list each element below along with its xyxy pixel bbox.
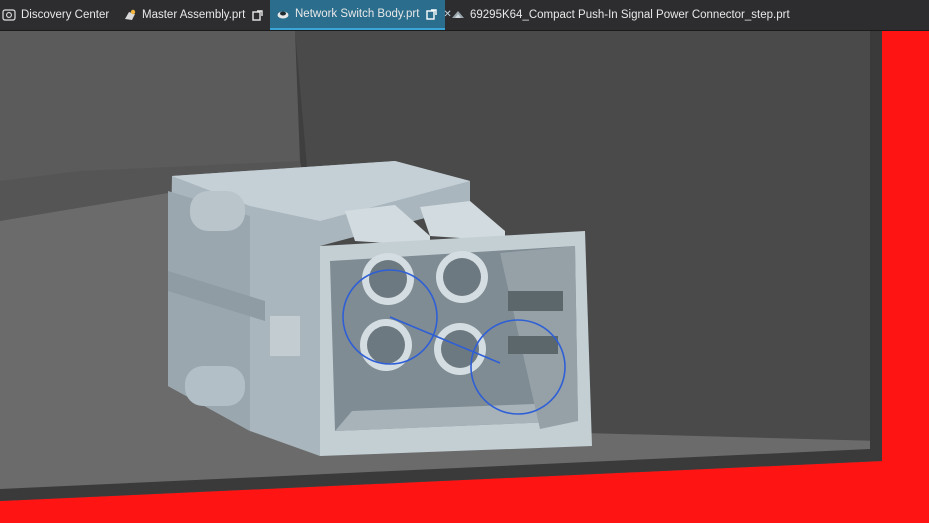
tab-label: Discovery Center (21, 9, 110, 21)
discovery-icon (2, 9, 16, 21)
model-scene[interactable] (0, 31, 929, 523)
tab-label: 69295K64_Compact Push-In Signal Power Co… (470, 9, 790, 21)
tab-connector-step[interactable]: 69295K64_Compact Push-In Signal Power Co… (447, 0, 790, 30)
tab-label: Network Switch Body.prt (295, 8, 420, 20)
assembly-part-icon (125, 9, 136, 20)
3d-viewport[interactable] (0, 31, 929, 523)
cad-window: Discovery Center Master Assembly.prt Net… (0, 0, 929, 523)
pop-out-icon[interactable] (252, 9, 264, 21)
tab-label: Master Assembly.prt (142, 9, 246, 21)
step-part-icon (452, 11, 464, 18)
tab-discovery-center[interactable]: Discovery Center (0, 0, 112, 30)
tab-master-assembly[interactable]: Master Assembly.prt (119, 0, 269, 30)
pop-out-icon[interactable] (426, 8, 438, 20)
tab-network-switch-body[interactable]: Network Switch Body.prt ✕ (270, 0, 452, 30)
part-icon (277, 11, 289, 19)
document-tab-bar: Discovery Center Master Assembly.prt Net… (0, 0, 929, 31)
